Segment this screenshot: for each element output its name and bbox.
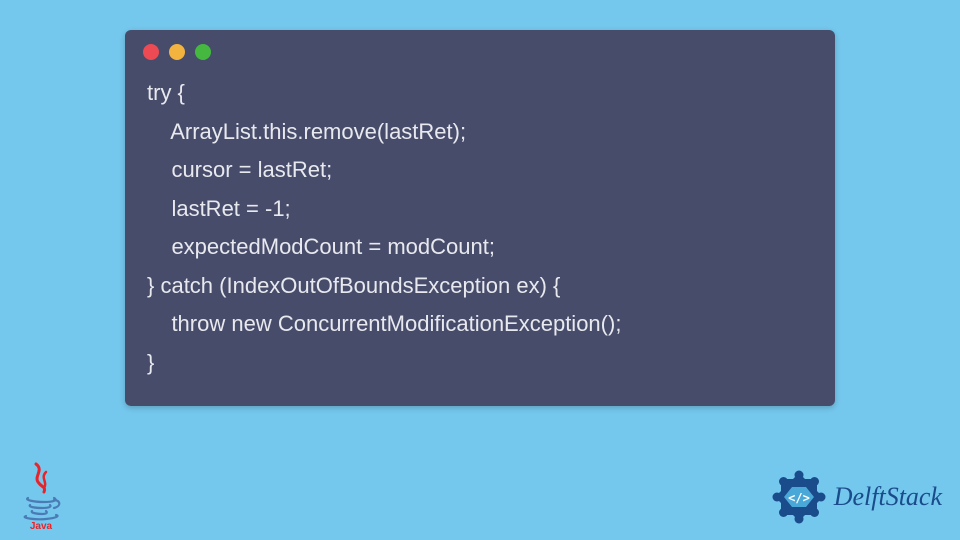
java-logo-icon: Java [16,460,66,530]
svg-text:Java: Java [30,521,53,530]
window-titlebar [125,30,835,68]
delftstack-label: DelftStack [834,482,942,512]
traffic-light-minimize-icon [169,44,185,60]
code-window: try { ArrayList.this.remove(lastRet); cu… [125,30,835,406]
code-line: cursor = lastRet; [147,157,332,182]
code-line: lastRet = -1; [147,196,291,221]
code-line: ArrayList.this.remove(lastRet); [147,119,466,144]
delftstack-emblem-icon: </> [770,468,828,526]
traffic-light-zoom-icon [195,44,211,60]
code-line: expectedModCount = modCount; [147,234,495,259]
code-line: } [147,350,154,375]
code-line: } catch (IndexOutOfBoundsException ex) { [147,273,560,298]
code-line: try { [147,80,185,105]
traffic-light-close-icon [143,44,159,60]
code-block: try { ArrayList.this.remove(lastRet); cu… [125,68,835,388]
delftstack-logo: </> DelftStack [770,468,942,526]
svg-text:</>: </> [788,491,810,505]
code-line: throw new ConcurrentModificationExceptio… [147,311,621,336]
